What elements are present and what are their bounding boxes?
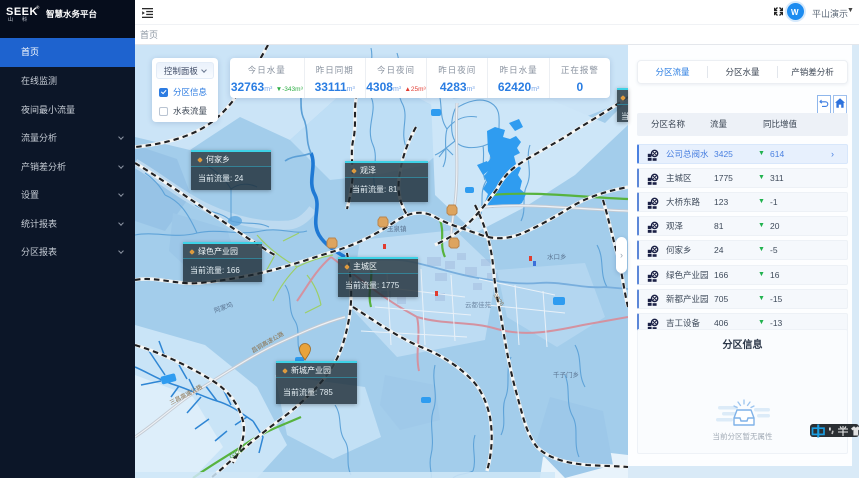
- svg-text:®: ®: [36, 4, 40, 10]
- svg-text:山科: 山科: [8, 16, 36, 23]
- svg-text:W: W: [791, 8, 799, 16]
- svg-text:云都佳苑: 云都佳苑: [465, 300, 492, 309]
- svg-text:千子门乡: 千子门乡: [553, 370, 579, 379]
- svg-text:玉泉镇: 玉泉镇: [387, 224, 407, 233]
- svg-text:水口乡: 水口乡: [547, 252, 567, 261]
- svg-text:智慧水务平台: 智慧水务平台: [45, 9, 98, 19]
